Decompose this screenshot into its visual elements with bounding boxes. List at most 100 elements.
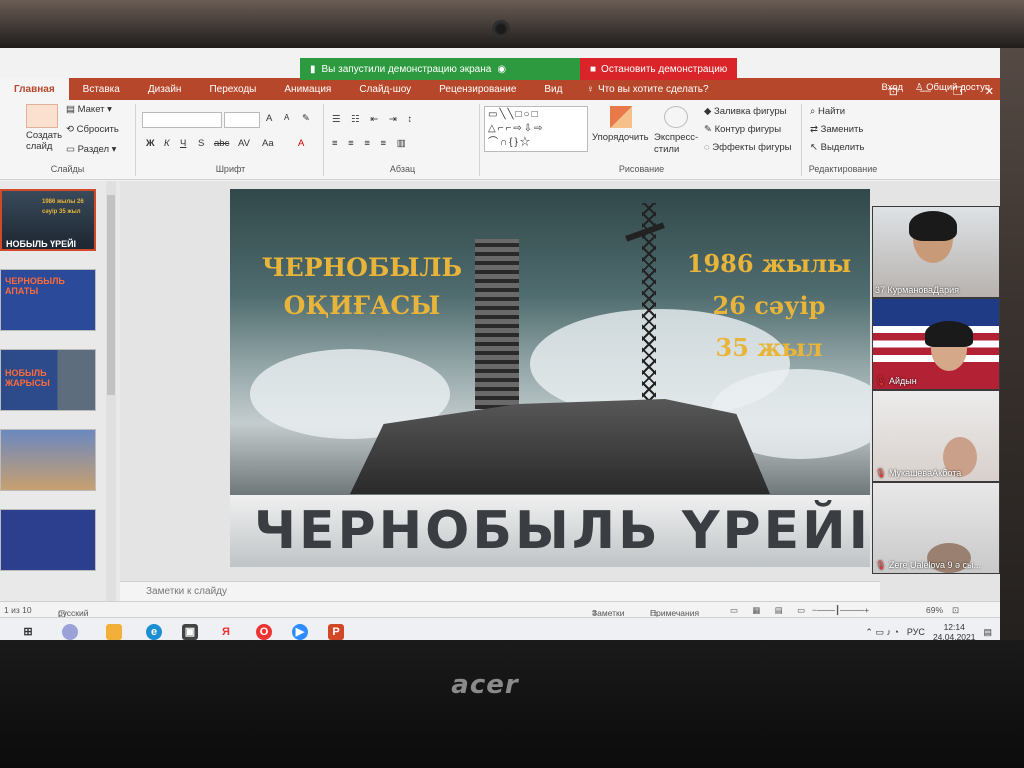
char-spacing-button[interactable]: AV [238, 138, 250, 149]
mic-icon[interactable]: ◉ [497, 64, 506, 75]
select-button[interactable]: ↖ Выделить [810, 142, 864, 153]
participant-tile[interactable]: 🎙 МукашеваАкбота [872, 390, 1000, 482]
underline-button[interactable]: Ч [180, 138, 186, 149]
new-slide-icon[interactable] [26, 104, 58, 128]
scrollbar-thumb[interactable] [107, 195, 115, 395]
tray-icons[interactable]: ⌃ ▭ ♪ ◔ [865, 627, 898, 638]
tab-transitions[interactable]: Переходы [195, 78, 270, 100]
minimize-icon[interactable]: — [920, 85, 931, 97]
notifications-icon[interactable]: ▤ [983, 627, 992, 638]
clock[interactable]: 12:14 24.04.2021 [933, 622, 976, 642]
title-line-1: ЧЕРНОБЫЛЬ [261, 253, 463, 282]
screen-share-banner: ▮ Вы запустили демонстрацию экрана ◉ ■ О… [300, 58, 738, 80]
thumbnail-slide-4[interactable] [0, 429, 96, 491]
tab-animations[interactable]: Анимация [270, 78, 345, 100]
tab-review[interactable]: Рецензирование [425, 78, 530, 100]
cortana-icon[interactable] [62, 624, 78, 640]
zoom-level[interactable]: 69% [926, 605, 943, 615]
tell-me-box[interactable]: ♀ Что вы хотите сделать? [586, 84, 708, 95]
paint-bucket-icon: ◆ [704, 106, 714, 117]
grow-font-button[interactable]: A [266, 113, 272, 124]
zoom-slider[interactable]: −───┃────+ [812, 605, 869, 616]
font-size-select[interactable] [224, 112, 260, 128]
group-paragraph-label: Абзац [389, 164, 416, 174]
ribbon-display-icon[interactable]: ⊡ [889, 85, 898, 98]
replace-label: Заменить [820, 124, 864, 135]
change-case-button[interactable]: Aa [262, 138, 274, 149]
laptop-screen: ▮ Вы запустили демонстрацию экрана ◉ ■ О… [0, 48, 1000, 646]
section-button[interactable]: ▭ Раздел ▾ [66, 144, 116, 155]
new-slide-button[interactable]: Создать слайд [26, 130, 66, 152]
arrange-icon[interactable] [610, 106, 632, 128]
find-button[interactable]: ⌕ Найти [810, 106, 845, 117]
opera-icon[interactable]: O [256, 624, 272, 640]
tab-slideshow[interactable]: Слайд-шоу [345, 78, 425, 100]
tab-insert[interactable]: Вставка [69, 78, 134, 100]
edge-icon[interactable]: e [146, 624, 162, 640]
group-drawing: Упорядочить Экспресс-стили ◆ Заливка фиг… [482, 104, 802, 176]
align-icons[interactable]: ≡ ≡ ≡ ≡ ▥ [332, 138, 410, 149]
tab-home[interactable]: Главная [0, 78, 69, 100]
zoom-app-icon[interactable]: ▶ [292, 624, 308, 640]
current-slide[interactable]: ЧЕРНОБЫЛЬ ОҚИҒАСЫ 1986 жылы 26 сәуір 35 … [230, 189, 870, 567]
thumbnail-slide-5[interactable] [0, 509, 96, 571]
close-icon[interactable]: ✕ [985, 85, 994, 98]
group-editing: ⌕ Найти ⇄ Заменить ↖ Выделить Редактиров… [804, 104, 882, 176]
thumbnail-slide-1[interactable]: 1986 жылы 26 сәуір 35 жыл НОБЫЛЬ ҮРЕЙІ [0, 189, 96, 251]
quick-styles-button[interactable]: Экспресс-стили [654, 132, 700, 156]
powerpoint-icon[interactable]: P [328, 624, 344, 640]
view-buttons[interactable]: ▭ ▦ ▤ ▭ [730, 605, 811, 616]
tab-design[interactable]: Дизайн [134, 78, 196, 100]
slide-banner-text: ЧЕРНОБЫЛЬ ҮРЕЙІ [254, 501, 870, 561]
bold-button[interactable]: Ж [146, 138, 155, 149]
reset-button[interactable]: ⟲ Сбросить [66, 124, 119, 135]
shape-outline-button[interactable]: ✎ Контур фигуры [704, 124, 781, 135]
shadow-button[interactable]: S [198, 138, 204, 149]
input-language[interactable]: РУС [907, 627, 925, 637]
italic-button[interactable]: К [164, 138, 170, 149]
shape-fill-button[interactable]: ◆ Заливка фигуры [704, 106, 787, 117]
share-message: Вы запустили демонстрацию экрана [321, 63, 492, 75]
section-icon: ▭ [66, 144, 78, 155]
mic-muted-icon: 🎙 [875, 376, 887, 386]
tab-view[interactable]: Вид [530, 78, 576, 100]
quick-styles-icon[interactable] [664, 106, 688, 128]
shape-outline-label: Контур фигуры [714, 124, 782, 135]
thumbnail-label: 1986 жылы 26 сәуір 35 жыл [42, 199, 84, 215]
file-explorer-icon[interactable] [106, 624, 122, 640]
thumbnail-scrollbar[interactable] [106, 181, 116, 601]
fit-slide-icon[interactable]: ⊡ [952, 605, 959, 616]
reset-icon: ⟲ [66, 124, 77, 135]
stop-share-button[interactable]: ■ Остановить демонстрацию [580, 58, 738, 80]
font-family-select[interactable] [142, 112, 222, 128]
maximize-icon[interactable]: ❐ [953, 85, 963, 98]
participant-tile[interactable]: 🎙 Айдын [872, 298, 1000, 390]
yandex-icon[interactable]: Я [218, 624, 234, 640]
participant-tile[interactable]: 🎙 Zere Ualelova 9 ә сы... [872, 482, 1000, 574]
thumbnail-slide-3[interactable]: НОБЫЛЬ ЖАРЫСЫ [0, 349, 96, 411]
status-bar: 1 из 10 ▢ русский ≡ Заметки ▭ Примечания… [0, 601, 1000, 618]
store-icon[interactable]: ▣ [182, 624, 198, 640]
slide-counter: 1 из 10 [4, 605, 32, 615]
mic-muted-icon: 🎙 [875, 468, 887, 478]
shape-effects-button[interactable]: ◌ Эффекты фигуры [704, 142, 791, 153]
participant-tile[interactable]: 37 КурмановаДария [872, 206, 1000, 298]
window-controls: ⊡ — ❐ ✕ [889, 80, 1000, 102]
date-line-3: 35 жыл [715, 333, 823, 362]
arrange-button[interactable]: Упорядочить [592, 132, 649, 143]
notes-pane[interactable]: Заметки к слайду [120, 581, 880, 601]
thumbnail-slide-2[interactable]: ЧЕРНОБЫЛЬ АПАТЫ [0, 269, 96, 331]
thumbnail-title: НОБЫЛЬ ҮРЕЙІ [6, 239, 77, 249]
replace-button[interactable]: ⇄ Заменить [810, 124, 863, 135]
strikethrough-button[interactable]: abc [214, 138, 229, 149]
clear-format-icon[interactable]: ✎ [302, 113, 310, 124]
task-view-icon[interactable]: ⊞ [20, 624, 36, 640]
slide-banner: ЧЕРНОБЫЛЬ ҮРЕЙІ [230, 495, 870, 567]
font-color-icon[interactable]: A [298, 138, 304, 149]
shape-fill-label: Заливка фигуры [713, 106, 787, 117]
list-icons[interactable]: ☰ ☷ ⇤ ⇥ ↕ [332, 114, 416, 125]
participant-name-text: Айдын [888, 376, 917, 386]
shrink-font-button[interactable]: A [284, 113, 289, 122]
find-label: Найти [817, 106, 846, 117]
layout-button[interactable]: ▤ Макет ▾ [66, 104, 112, 115]
